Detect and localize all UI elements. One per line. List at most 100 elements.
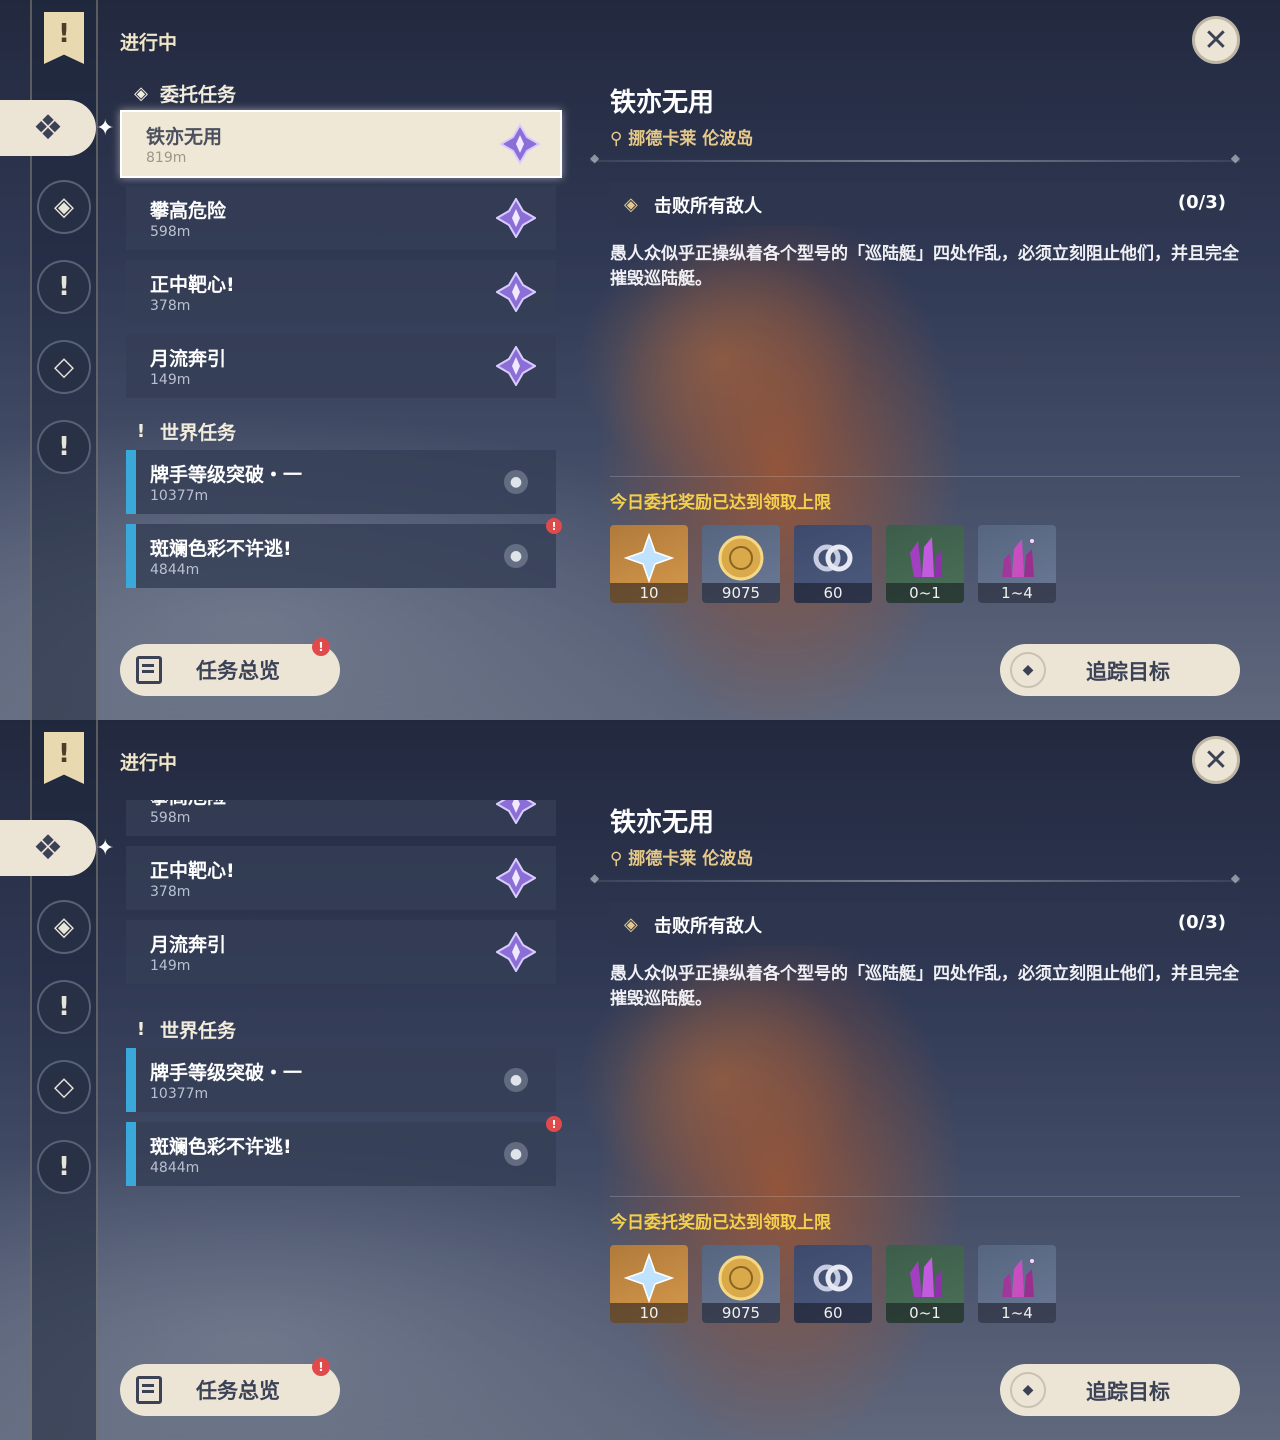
world-quest-item[interactable]: 斑斓色彩不许逃! 4844m ● ! bbox=[126, 518, 562, 588]
quest-item[interactable]: 攀高危险 598m bbox=[126, 186, 556, 250]
world-quest-bar bbox=[126, 524, 136, 588]
world-quest-item[interactable]: 斑斓色彩不许逃! 4844m ● ! bbox=[126, 1116, 562, 1186]
status-heading: 进行中 bbox=[120, 752, 178, 774]
world-quest-item[interactable]: 牌手等级突破・一 10377m ● bbox=[126, 450, 556, 514]
objective-progress: (0/3) bbox=[1177, 912, 1226, 933]
reward-companionship[interactable]: 60 bbox=[794, 1245, 872, 1323]
quest-distance: 4844m bbox=[150, 562, 200, 578]
track-target-button[interactable]: ◆ 追踪目标 bbox=[1000, 1364, 1240, 1416]
track-label: 追踪目标 bbox=[1086, 660, 1170, 684]
archon-quest-category-tab[interactable]: ◈ bbox=[37, 180, 91, 234]
detail-location: ⚲ 挪德卡莱 伦波岛 bbox=[610, 844, 753, 869]
reward-count: 0~1 bbox=[886, 1303, 964, 1323]
exclamation-icon: ! bbox=[136, 1019, 146, 1040]
quest-name: 月流奔引 bbox=[150, 934, 227, 956]
close-button[interactable]: ✕ bbox=[1192, 16, 1240, 64]
quest-list-scroll[interactable]: 攀高危险 598m 正中靶心! 378m 月流奔引 149m ! 世界任务 牌手… bbox=[0, 800, 570, 1220]
sparkle-icon: ✦ bbox=[96, 116, 115, 141]
quest-distance: 10377m bbox=[150, 488, 209, 504]
quest-distance: 819m bbox=[146, 150, 187, 166]
quest-item-selected[interactable]: 铁亦无用 819m bbox=[120, 110, 562, 178]
quest-name: 正中靶心! bbox=[150, 860, 235, 882]
reward-primogem[interactable]: 10 bbox=[610, 1245, 688, 1323]
quest-name: 正中靶心! bbox=[150, 274, 235, 296]
quest-overview-button[interactable]: 任务总览 ! bbox=[120, 1358, 340, 1416]
quest-item[interactable]: 正中靶心! 378m bbox=[126, 260, 556, 324]
reward-purple-crystal[interactable]: 1~4 bbox=[978, 1245, 1056, 1323]
location-pin-icon: ● bbox=[504, 1142, 528, 1166]
quest-overview-button[interactable]: 任务总览 ! bbox=[120, 638, 340, 696]
quest-description: 愚人众似乎正操纵着各个型号的「巡陆艇」四处作乱，必须立刻阻止他们，并且完全摧毁巡… bbox=[610, 244, 1239, 289]
quest-name: 铁亦无用 bbox=[146, 126, 223, 148]
close-button[interactable]: ✕ bbox=[1192, 736, 1240, 784]
track-label: 追踪目标 bbox=[1086, 1380, 1170, 1404]
commission-diamond-icon: ◈ bbox=[134, 83, 148, 104]
mora-coin-icon bbox=[718, 535, 764, 581]
reward-green-crystal[interactable]: 0~1 bbox=[886, 1245, 964, 1323]
reward-count: 1~4 bbox=[978, 1303, 1056, 1323]
notice-badge-icon: ! bbox=[312, 638, 330, 656]
reward-limit-note: 今日委托奖励已达到领取上限 bbox=[610, 493, 831, 513]
story-quest-category-tab[interactable]: ! bbox=[37, 260, 91, 314]
location-text: 挪德卡莱 伦波岛 bbox=[628, 129, 754, 149]
track-target-button[interactable]: ◆ 追踪目标 bbox=[1000, 644, 1240, 696]
overview-label: 任务总览 bbox=[196, 1379, 280, 1403]
quest-distance: 149m bbox=[150, 372, 191, 388]
world-quest-category-tab[interactable]: ! bbox=[37, 420, 91, 474]
status-heading: 进行中 bbox=[120, 32, 178, 54]
reward-green-crystal[interactable]: 0~1 bbox=[886, 525, 964, 603]
reward-mora[interactable]: 9075 bbox=[702, 1245, 780, 1323]
quest-name: 牌手等级突破・一 bbox=[150, 1062, 303, 1084]
divider bbox=[590, 151, 1240, 165]
commission-star-icon bbox=[496, 198, 536, 238]
track-diamond-icon: ◆ bbox=[1010, 1372, 1046, 1408]
primogem-icon bbox=[624, 1253, 674, 1303]
quest-distance: 598m bbox=[150, 810, 191, 826]
divider bbox=[590, 871, 1240, 885]
commission-section-title: ◈ 委托任务 bbox=[132, 80, 236, 107]
commission-category-tab[interactable]: ❖ bbox=[0, 100, 96, 156]
reward-count: 1~4 bbox=[978, 583, 1056, 603]
reward-companionship[interactable]: 60 bbox=[794, 525, 872, 603]
location-pin-icon: ● bbox=[504, 1068, 528, 1092]
quest-item[interactable]: 月流奔引 149m bbox=[126, 334, 556, 398]
reward-primogem[interactable]: 10 bbox=[610, 525, 688, 603]
reward-purple-crystal[interactable]: 1~4 bbox=[978, 525, 1056, 603]
world-section-label: 世界任务 bbox=[160, 422, 237, 444]
commission-star-icon bbox=[496, 272, 536, 312]
divider bbox=[610, 1196, 1240, 1197]
document-icon bbox=[136, 656, 162, 684]
world-quest-bar bbox=[126, 1122, 136, 1186]
quest-distance: 378m bbox=[150, 884, 191, 900]
green-crystal-icon bbox=[910, 537, 942, 577]
quest-item[interactable]: 月流奔引 149m bbox=[126, 920, 556, 984]
quest-distance: 378m bbox=[150, 298, 191, 314]
objective-row: ◈ 击败所有敌人 (0/3) bbox=[610, 182, 1240, 226]
quest-distance: 598m bbox=[150, 224, 191, 240]
objective-label: 击败所有敌人 bbox=[654, 196, 762, 217]
reward-count: 60 bbox=[794, 583, 872, 603]
commission-star-icon bbox=[496, 932, 536, 972]
notice-badge-icon: ! bbox=[312, 1358, 330, 1376]
primogem-icon bbox=[624, 533, 674, 583]
world-section-title: ! 世界任务 bbox=[132, 418, 236, 445]
commission-star-icon bbox=[500, 124, 540, 164]
detail-title: 铁亦无用 bbox=[610, 808, 715, 838]
world-section-label: 世界任务 bbox=[160, 1020, 237, 1042]
reward-count: 10 bbox=[610, 1303, 688, 1323]
quest-item[interactable]: 正中靶心! 378m bbox=[126, 846, 556, 910]
world-quest-bar bbox=[126, 1048, 136, 1112]
world-section-title: ! 世界任务 bbox=[132, 1016, 236, 1043]
objective-row: ◈ 击败所有敌人 (0/3) bbox=[610, 902, 1240, 946]
reward-limit-note: 今日委托奖励已达到领取上限 bbox=[610, 1213, 831, 1233]
reward-count: 9075 bbox=[702, 583, 780, 603]
location-pin-icon: ● bbox=[504, 544, 528, 568]
companionship-exp-icon bbox=[813, 544, 853, 572]
world-quest-item[interactable]: 牌手等级突破・一 10377m ● bbox=[126, 1048, 556, 1112]
reward-count: 9075 bbox=[702, 1303, 780, 1323]
objective-label: 击败所有敌人 bbox=[654, 916, 762, 937]
quest-item[interactable]: 攀高危险 598m bbox=[126, 800, 556, 836]
reward-count: 0~1 bbox=[886, 583, 964, 603]
reward-mora[interactable]: 9075 bbox=[702, 525, 780, 603]
event-quest-category-tab[interactable]: ◇ bbox=[37, 340, 91, 394]
